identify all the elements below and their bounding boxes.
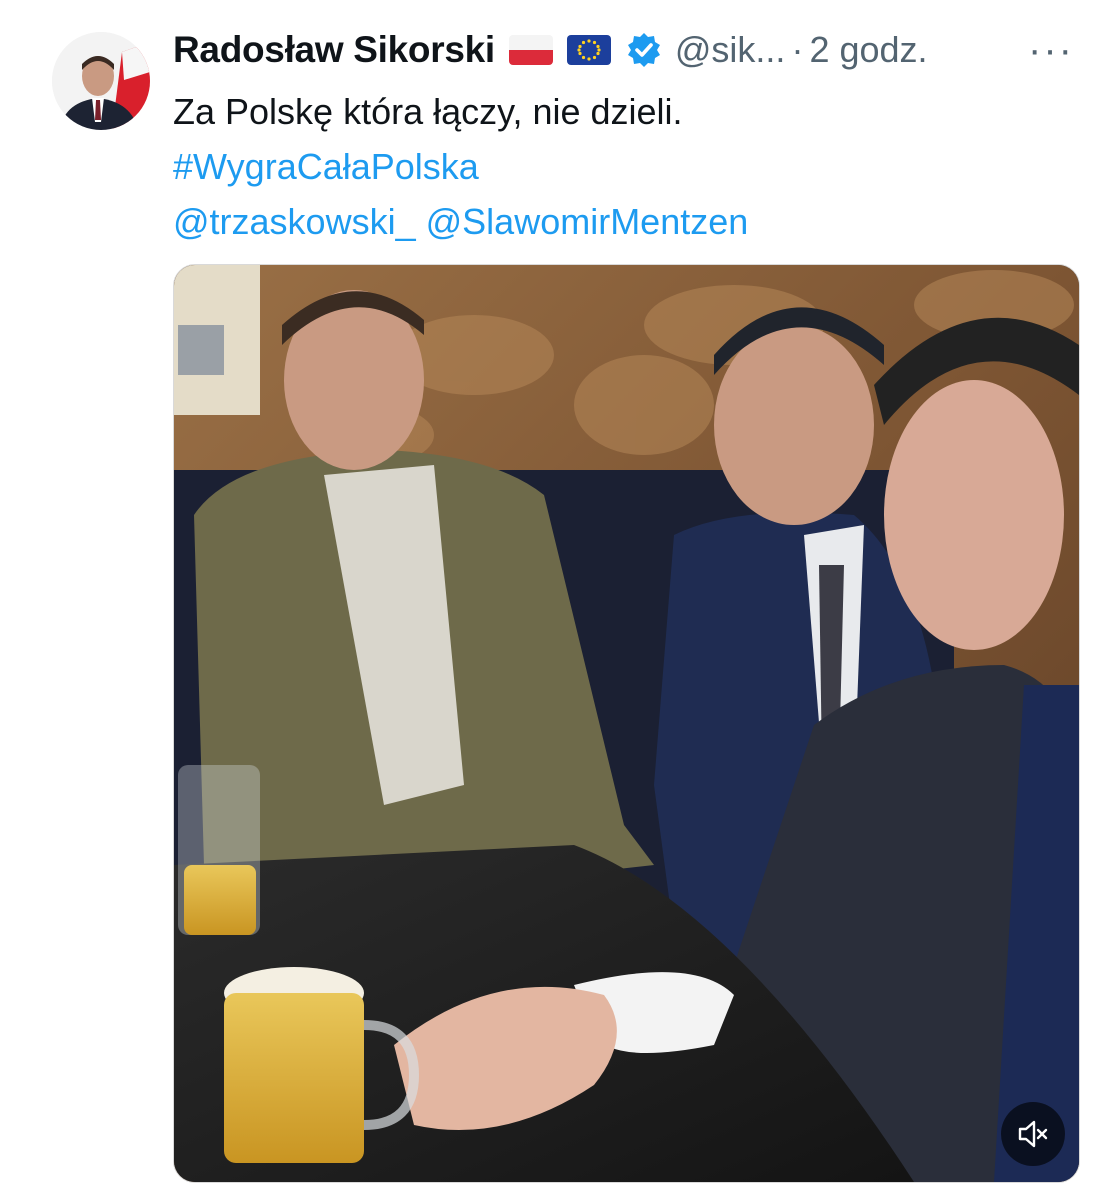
tweet-text: Za Polskę która łączy, nie dzieli. #Wygr… [173,84,1073,249]
more-options-icon[interactable]: ··· [1028,28,1074,73]
poland-flag-icon [508,35,553,65]
author-name[interactable]: Radosław Sikorski [173,29,495,71]
separator-dot: · [791,29,804,70]
verified-badge-icon [625,31,663,69]
eu-flag-icon [566,35,611,65]
video-frame-illustration [174,265,1079,1182]
tweet-header: Radosław Sikorski @sik... · 2 godz. ··· [173,20,1084,80]
author-handle[interactable]: @sik... [675,29,786,71]
tweet-video[interactable] [173,264,1080,1183]
author-avatar[interactable] [52,32,150,130]
tweet-timestamp[interactable]: 2 godz. [809,29,927,71]
mention-link-trzaskowski[interactable]: @trzaskowski_ [173,201,416,242]
volume-muted-icon[interactable] [1001,1102,1065,1166]
tweet-text-line: Za Polskę która łączy, nie dzieli. [173,91,683,132]
hashtag-link[interactable]: #WygraCałaPolska [173,146,479,187]
mention-link-mentzen[interactable]: @SlawomirMentzen [426,201,749,242]
